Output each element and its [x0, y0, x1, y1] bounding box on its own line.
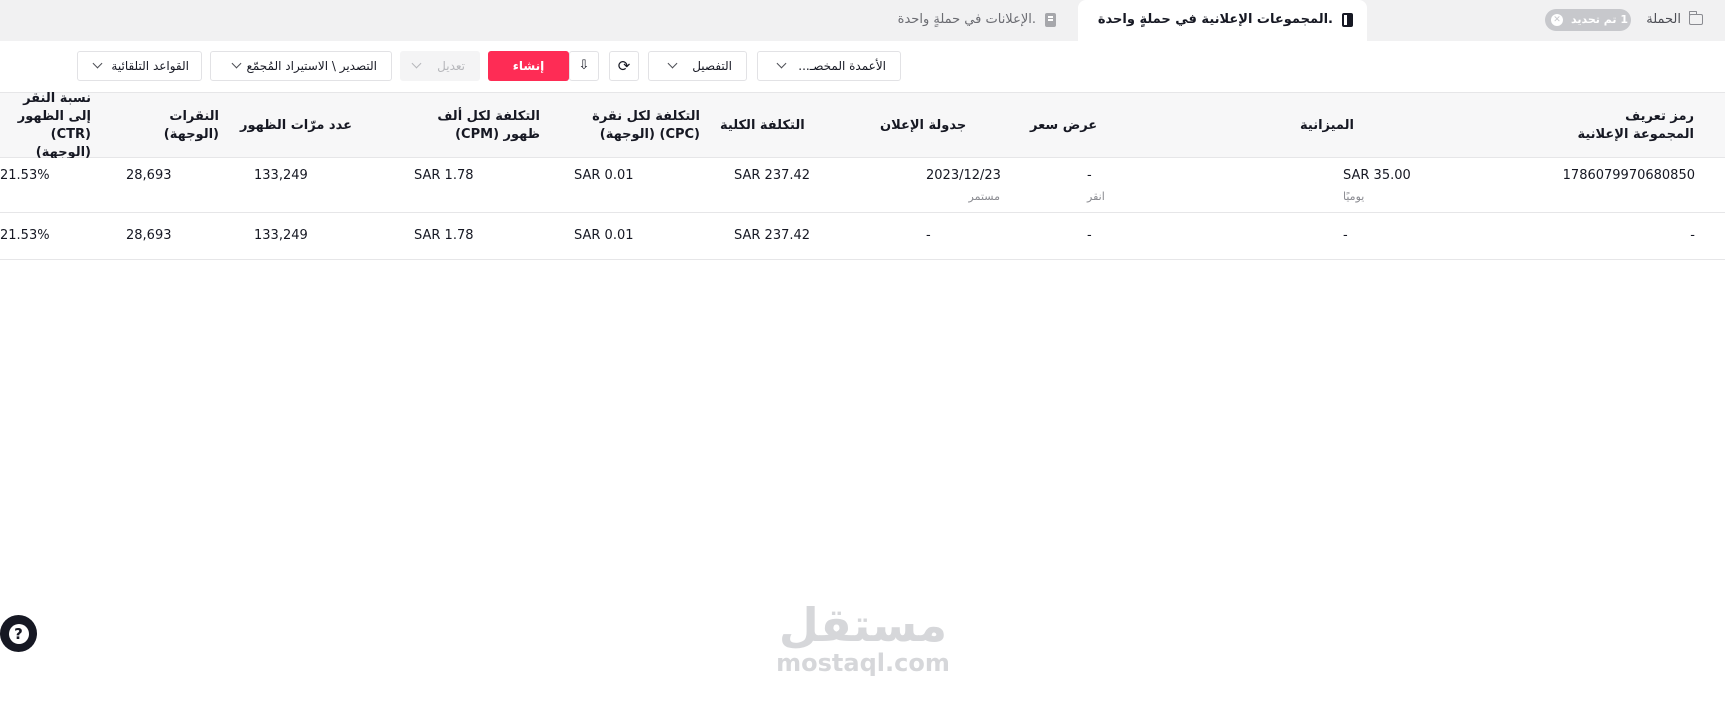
download-button[interactable]: ⇩ — [569, 51, 599, 81]
create-button[interactable]: إنشاء — [488, 51, 569, 81]
selection-count: 1 تم تحديد — [1571, 13, 1628, 26]
cell-schedule-sub: مستمر — [968, 190, 1000, 203]
tab-label: الإعلانات في حملةٍ واحدة. — [897, 12, 1036, 27]
cell-clicks: 28,693 — [126, 168, 172, 183]
column-header-total-cost[interactable]: التكلفة الكلية — [720, 93, 809, 158]
breakdown-label: التفصيل — [692, 59, 732, 73]
cell-budget: SAR 35.00 — [1343, 168, 1411, 183]
chevron-down-icon — [667, 58, 678, 69]
question-mark-icon: ? — [8, 624, 29, 644]
help-button[interactable]: ? — [0, 615, 37, 652]
adgroup-icon — [1342, 13, 1353, 27]
cell-schedule: 2023/12/23 — [926, 168, 1001, 183]
column-header-schedule[interactable]: جدولة الإعلان — [880, 93, 1002, 158]
edit-label: تعديل — [437, 59, 465, 73]
table-row[interactable]: - - - - SAR 237.42 SAR 0.01 SAR 1.78 133… — [0, 213, 1725, 260]
chevron-down-icon — [231, 58, 242, 69]
cell-bid-sub: انقر — [1087, 190, 1105, 203]
table-row[interactable]: 1786079970680850 SAR 35.00 يوميًا - انقر… — [0, 158, 1725, 213]
column-header-bid[interactable]: عرض سعر — [1030, 93, 1148, 158]
cell-total-cost: SAR 237.42 — [734, 228, 811, 243]
cell-cpm: SAR 1.78 — [414, 168, 474, 183]
download-icon: ⇩ — [578, 58, 590, 73]
chevron-down-icon — [776, 58, 787, 69]
top-tab-bar: الحملة 1 تم تحديد ✕ المجموعات الإعلانية … — [0, 0, 1725, 41]
cell-impressions: 133,249 — [254, 168, 308, 183]
watermark-latin: mostaql.com — [776, 649, 950, 677]
chevron-down-icon — [92, 58, 103, 69]
cell-adgroup-id: - — [1690, 228, 1695, 243]
cell-bid: - — [1087, 168, 1092, 183]
toolbar: الأعمدة المخصـ... التفصيل ⟳ ⇩ إنشاء تعدي… — [0, 41, 1725, 93]
cell-budget-sub: يوميًا — [1343, 190, 1365, 203]
export-import-dropdown[interactable]: التصدير \ الاستيراد المُجمّع — [210, 51, 392, 81]
custom-columns-dropdown[interactable]: الأعمدة المخصـ... — [757, 51, 901, 81]
cell-schedule: - — [926, 228, 931, 243]
column-header-budget[interactable]: الميزانية — [1300, 93, 1415, 158]
edit-dropdown[interactable]: تعديل — [400, 51, 480, 81]
cell-adgroup-id[interactable]: 1786079970680850 — [1563, 168, 1695, 183]
watermark-arabic: مستقل — [778, 598, 948, 652]
breakdown-dropdown[interactable]: التفصيل — [648, 51, 747, 81]
folder-icon — [1688, 11, 1703, 25]
breadcrumb: الحملة 1 تم تحديد ✕ — [1525, 0, 1725, 41]
cell-ctr: 21.53% — [0, 228, 50, 243]
ad-icon — [1045, 13, 1056, 27]
column-header-cpm[interactable]: التكلفة لكل ألف ظهور (CPM) — [400, 93, 540, 158]
automated-rules-label: القواعد التلقائية — [111, 59, 189, 73]
refresh-button[interactable]: ⟳ — [609, 51, 639, 81]
cell-bid: - — [1087, 228, 1092, 243]
column-header-ctr[interactable]: نسبة النقر إلى الظهور (CTR) (الوجهة) — [0, 91, 91, 160]
column-header-cpc[interactable]: التكلفة لكل نقرة (CPC) (الوجهة) — [570, 93, 700, 158]
watermark: مستقل mostaql.com — [768, 600, 958, 676]
refresh-icon: ⟳ — [617, 57, 631, 75]
export-import-label: التصدير \ الاستيراد المُجمّع — [246, 59, 377, 73]
cell-cpc: SAR 0.01 — [574, 168, 634, 183]
breadcrumb-campaign[interactable]: الحملة — [1646, 12, 1681, 27]
cell-clicks: 28,693 — [126, 228, 172, 243]
tab-ads[interactable]: الإعلانات في حملةٍ واحدة. — [880, 0, 1070, 41]
custom-columns-label: الأعمدة المخصـ... — [798, 59, 886, 73]
cell-cpm: SAR 1.78 — [414, 228, 474, 243]
automated-rules-dropdown[interactable]: القواعد التلقائية — [77, 51, 202, 81]
column-header-clicks[interactable]: النقرات (الوجهة) — [150, 93, 219, 158]
close-icon[interactable]: ✕ — [1551, 14, 1563, 26]
chevron-down-icon — [411, 58, 422, 69]
column-header-adgroup-id[interactable]: رمز تعريف المجموعة الإعلانية — [1560, 93, 1694, 158]
cell-total-cost: SAR 237.42 — [734, 168, 811, 183]
cell-cpc: SAR 0.01 — [574, 228, 634, 243]
table-header: رمز تعريف المجموعة الإعلانية الميزانية ع… — [0, 91, 1725, 160]
tab-label: المجموعات الإعلانية في حملةٍ واحدة. — [1097, 12, 1333, 27]
cell-ctr: 21.53% — [0, 168, 50, 183]
tab-ad-groups[interactable]: المجموعات الإعلانية في حملةٍ واحدة. — [1078, 0, 1367, 41]
cell-budget: - — [1343, 228, 1348, 243]
cell-impressions: 133,249 — [254, 228, 308, 243]
column-header-impressions[interactable]: عدد مرّات الظهور — [240, 93, 353, 158]
selection-badge: 1 تم تحديد ✕ — [1545, 9, 1631, 31]
